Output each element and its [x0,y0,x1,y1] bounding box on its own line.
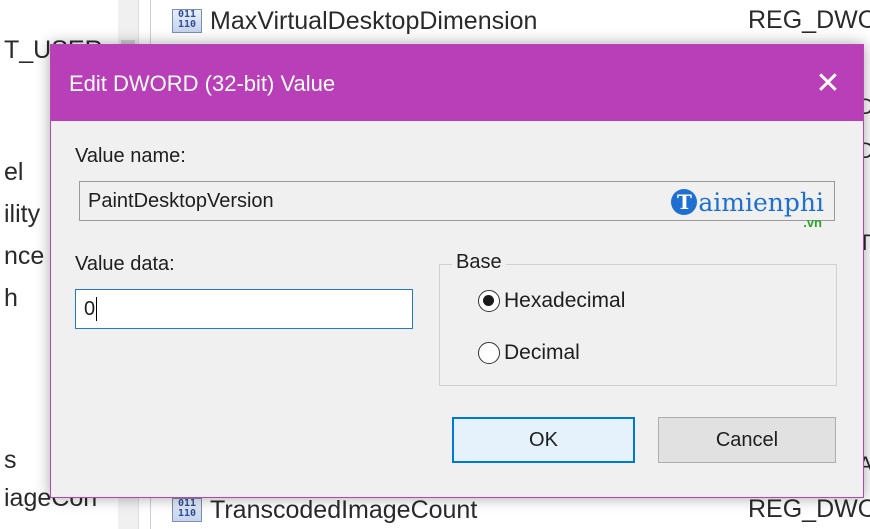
registry-value-row[interactable]: 011 110 TranscodedImageCount [172,493,477,527]
watermark-icon: T [671,189,698,215]
value-data-text: 0 [84,297,96,320]
reg-dword-icon: 011 110 [172,498,202,522]
tree-item[interactable]: s [4,446,17,475]
tree-item[interactable]: el [4,158,23,187]
value-data-input[interactable]: 0 [75,289,413,329]
radio-unselected-icon[interactable] [478,342,500,364]
registry-value-type: REG_DWO [748,6,870,34]
radio-hexadecimal[interactable]: Hexadecimal [478,289,625,313]
radio-label: Decimal [504,341,580,364]
radio-selected-icon[interactable] [478,290,500,312]
value-name-text: PaintDesktopVersion [88,189,274,212]
watermark-logo: T aimienphi .vn [671,186,824,230]
registry-value-type: REG_DWO [748,495,870,523]
registry-value-name: TranscodedImageCount [210,495,478,524]
value-name-field: PaintDesktopVersion T aimienphi .vn [79,181,835,230]
registry-value-row[interactable]: 011 110 MaxVirtualDesktopDimension [172,4,537,38]
dialog-title: Edit DWORD (32-bit) Value [69,71,336,96]
tree-item[interactable]: nce [4,242,44,271]
base-label: Base [452,251,506,274]
close-icon: ✕ [815,65,841,101]
edit-dword-dialog: Edit DWORD (32-bit) Value ✕ Value name: … [50,44,864,498]
watermark-suffix: .vn [803,215,822,230]
text-caret [96,297,98,321]
ok-button[interactable]: OK [452,417,635,463]
radio-label: Hexadecimal [504,289,626,312]
tree-item[interactable]: h [4,284,18,313]
watermark-text: aimienphi [698,187,824,217]
reg-dword-icon: 011 110 [172,9,202,33]
cancel-button[interactable]: Cancel [658,417,836,463]
value-data-label: Value data: [75,253,175,275]
dialog-titlebar[interactable]: Edit DWORD (32-bit) Value ✕ [51,45,863,121]
value-name-label: Value name: [75,145,186,167]
tree-item[interactable]: ility [4,200,40,229]
registry-value-name: MaxVirtualDesktopDimension [210,6,538,35]
close-button[interactable]: ✕ [793,45,863,121]
base-groupbox: Base Hexadecimal Decimal [439,251,837,386]
radio-decimal[interactable]: Decimal [478,341,580,365]
